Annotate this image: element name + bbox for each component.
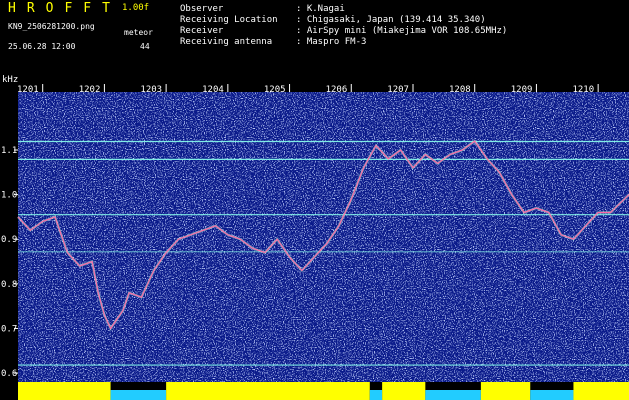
noise-texture xyxy=(18,92,629,382)
version-label: 1.00f xyxy=(122,3,150,13)
spectrogram: 1201 1202 1203 1204 1205 1206 1207 1208 1209 1210… xyxy=(1,84,629,400)
x-tick-label: 1202 xyxy=(79,85,101,95)
x-tick-label: 1208 xyxy=(449,85,471,95)
location-label: Receiving Location xyxy=(180,15,278,25)
level-segment xyxy=(166,382,370,400)
y-tick-label: 1.1 xyxy=(1,146,17,156)
observer-label: Observer xyxy=(180,4,224,14)
observation-datetime: 25.06.28 12:00 xyxy=(8,42,76,51)
observer-value: : K.Nagai xyxy=(296,4,345,14)
file-name: KN9_2506281200.png xyxy=(8,22,95,31)
x-tick-label: 1204 xyxy=(202,85,224,95)
antenna-value: : Maspro FM-3 xyxy=(296,37,367,47)
app-logo: HROFFT xyxy=(8,1,121,16)
y-tick-label: 1.0 xyxy=(1,191,17,201)
y-ticks: 1.1 1.0 0.9 0.8 0.7 0.6 xyxy=(1,146,18,379)
level-segment xyxy=(480,382,531,400)
x-tick-label: 1207 xyxy=(387,85,409,95)
hrofft-window: HROFFT 1.00f KN9_2506281200.png meteor 2… xyxy=(0,0,629,400)
level-segment xyxy=(369,390,383,400)
antenna-label: Receiving antenna xyxy=(180,37,273,47)
y-tick-label: 0.9 xyxy=(1,235,17,245)
x-tick-label: 1209 xyxy=(511,85,533,95)
receiver-label: Receiver xyxy=(180,26,224,36)
level-segment xyxy=(382,382,426,400)
level-segment xyxy=(110,390,167,400)
x-tick-label: 1205 xyxy=(264,85,286,95)
level-segment xyxy=(530,390,574,400)
location-value: : Chigasaki, Japan (139.414 35.340) xyxy=(296,15,486,25)
y-tick-label: 0.7 xyxy=(1,324,17,334)
meteor-count: 44 xyxy=(140,42,150,51)
signal-level-bar xyxy=(18,382,629,400)
x-tick-label: 1206 xyxy=(326,85,348,95)
meteor-label: meteor xyxy=(124,28,153,37)
level-segment xyxy=(18,382,111,400)
y-tick-label: 0.8 xyxy=(1,280,17,290)
level-segment xyxy=(425,390,481,400)
y-tick-label: 0.6 xyxy=(1,369,17,379)
receiver-value: : AirSpy mini (Miakejima VOR 108.65MHz) xyxy=(296,26,508,36)
x-tick-label: 1201 xyxy=(17,85,39,95)
x-tick-label: 1210 xyxy=(572,85,594,95)
x-tick-label: 1203 xyxy=(140,85,162,95)
level-segment xyxy=(573,382,629,400)
